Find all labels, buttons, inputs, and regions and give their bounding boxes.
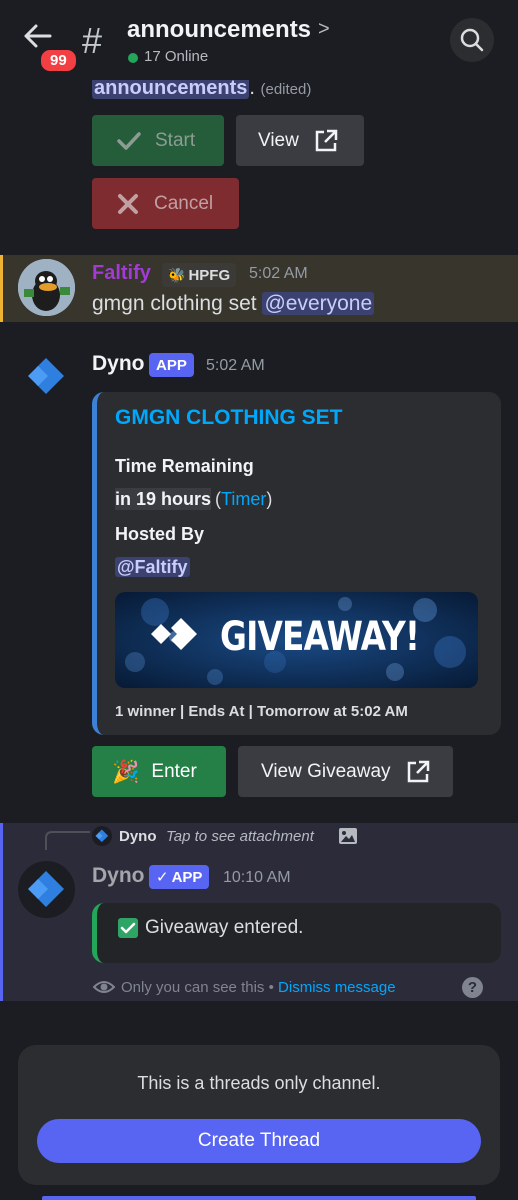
reply-dyno-avatar[interactable] <box>92 826 112 846</box>
faltify-avatar[interactable] <box>18 259 75 316</box>
bee-icon: 🐝 <box>168 266 186 283</box>
threads-only-notice: This is a threads only channel. <box>137 1073 381 1093</box>
entered-text: Giveaway entered. <box>145 917 304 938</box>
unread-badge: 99 <box>38 47 79 74</box>
enter-button[interactable]: 🎉 Enter <box>92 746 226 797</box>
dyno-avatar[interactable] <box>18 348 75 405</box>
dyno-timestamp: 5:02 AM <box>206 357 265 374</box>
dyno-logo-icon <box>95 829 109 843</box>
dyno-logo-icon <box>28 358 64 394</box>
check-icon: ✓ <box>156 869 169 886</box>
start-label: Start <box>155 129 196 151</box>
channel-header: 99 # announcements > 17 Online <box>0 0 518 80</box>
timer-close-paren: ) <box>266 489 273 509</box>
eye-icon <box>93 981 115 993</box>
dyno-logo-icon <box>28 871 64 907</box>
ephemeral-dyno-avatar[interactable] <box>18 861 75 918</box>
close-icon <box>118 193 138 214</box>
online-count: 17 Online <box>144 48 209 65</box>
faltify-timestamp: 5:02 AM <box>249 265 308 282</box>
threads-only-panel <box>18 1045 500 1185</box>
cancel-label: Cancel <box>154 192 214 214</box>
separator-dot: • <box>268 979 274 996</box>
role-tag: 🐝 HPFG <box>162 263 237 287</box>
channel-title[interactable]: announcements <box>127 16 311 44</box>
timer-link[interactable]: Timer <box>221 489 266 509</box>
faltify-text: gmgn clothing set <box>92 292 257 315</box>
only-you-text: Only you can see this <box>121 979 265 996</box>
everyone-mention[interactable]: @everyone <box>262 292 375 315</box>
online-status-dot <box>128 53 138 63</box>
party-popper-icon: 🎉 <box>112 758 140 784</box>
panel-edge <box>42 1196 476 1200</box>
search-icon <box>460 28 484 52</box>
time-remaining-value: in 19 hours <box>115 488 212 510</box>
enter-label: Enter <box>151 760 197 782</box>
reply-connector-icon <box>45 831 90 850</box>
external-link-icon <box>407 760 429 782</box>
prev-message-suffix: . <box>249 77 255 99</box>
create-thread-button[interactable]: Create Thread <box>37 1119 481 1163</box>
time-remaining-label: Time Remaining <box>115 456 254 476</box>
view-giveaway-label: View Giveaway <box>261 760 391 782</box>
checkbox-icon <box>118 918 138 938</box>
channel-mention[interactable]: announcements <box>92 77 250 99</box>
external-link-icon <box>315 129 338 151</box>
reply-preview[interactable]: Tap to see attachment <box>166 828 314 845</box>
view-button[interactable]: View <box>236 115 364 166</box>
ephemeral-username[interactable]: Dyno <box>92 864 145 888</box>
view-giveaway-button[interactable]: View Giveaway <box>238 746 453 797</box>
dismiss-message-link[interactable]: Dismiss message <box>278 979 396 996</box>
check-icon <box>117 131 141 150</box>
start-button[interactable]: Start <box>92 115 224 166</box>
app-tag: APP <box>149 353 194 377</box>
cancel-button[interactable]: Cancel <box>92 178 239 229</box>
faltify-message-text: gmgn clothing set @everyone <box>92 292 375 316</box>
embed-footer: 1 winner | Ends At | Tomorrow at 5:02 AM <box>115 703 408 720</box>
banner-text: GIVEAWAY! <box>220 614 420 660</box>
reply-author[interactable]: Dyno <box>119 828 157 845</box>
dyno-username[interactable]: Dyno <box>92 352 145 376</box>
hosted-by-label: Hosted By <box>115 524 205 544</box>
channel-hash-icon: # <box>82 20 103 61</box>
check-mark-icon <box>120 922 136 934</box>
ephemeral-timestamp: 10:10 AM <box>223 869 291 886</box>
embed-title[interactable]: GMGN CLOTHING SET <box>115 406 343 430</box>
role-tag-label: HPFG <box>188 266 231 284</box>
search-button[interactable] <box>450 18 494 62</box>
visibility-note: Only you can see this • Dismiss message <box>121 979 396 996</box>
image-icon <box>339 828 357 844</box>
duck-avatar-icon <box>18 259 75 316</box>
app-tag-label: APP <box>171 868 203 886</box>
faltify-username[interactable]: Faltify <box>92 262 151 285</box>
time-remaining-row: in 19 hours (Timer) <box>115 488 273 510</box>
view-label: View <box>258 129 299 151</box>
edited-label: (edited) <box>260 81 312 98</box>
chevron-right-icon[interactable]: > <box>318 18 330 41</box>
help-icon[interactable]: ? <box>462 977 483 998</box>
host-mention[interactable]: @Faltify <box>115 557 190 577</box>
prev-message-text: announcements. (edited) <box>92 77 311 100</box>
giveaway-banner-image[interactable]: GIVEAWAY! <box>115 592 478 688</box>
verified-app-tag: ✓ APP <box>149 865 210 889</box>
host-mention-row: @Faltify <box>115 557 190 578</box>
